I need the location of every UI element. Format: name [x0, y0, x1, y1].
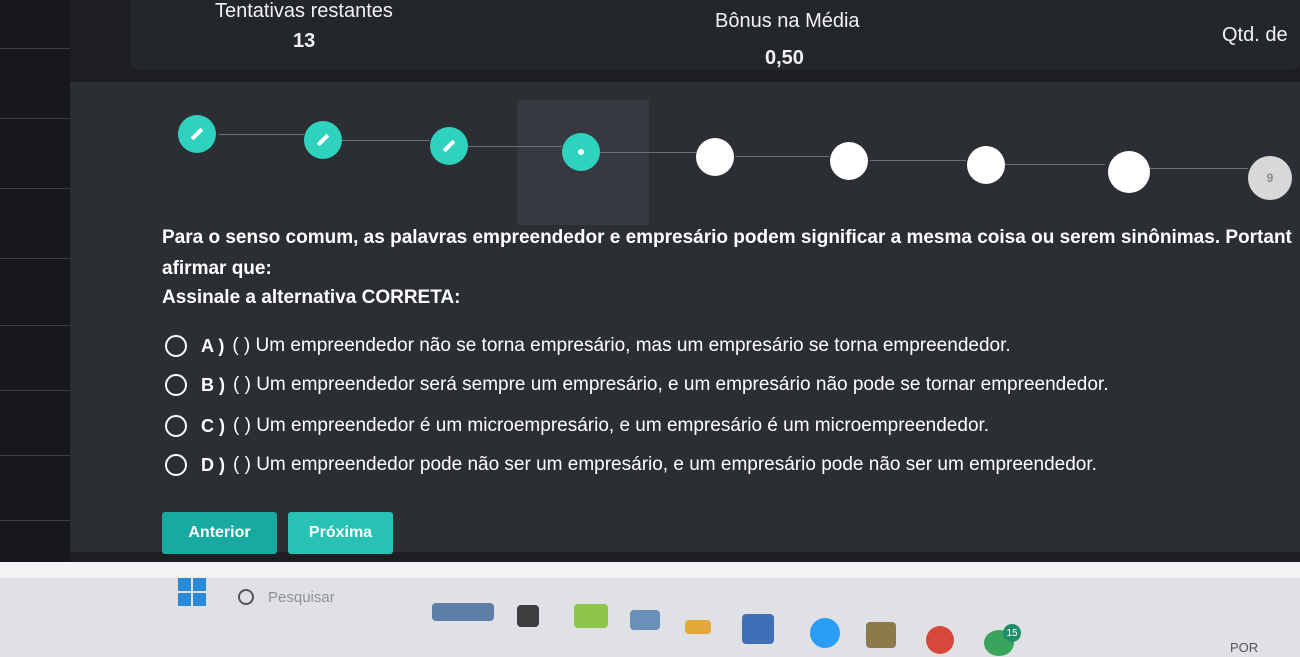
language-indicator[interactable]: POR — [1230, 640, 1258, 655]
option-text: ( ) Um empreendedor pode não ser um empr… — [233, 454, 1097, 475]
step-connector — [870, 160, 966, 161]
step-2[interactable] — [304, 121, 342, 159]
file-explorer-icon[interactable] — [685, 620, 711, 634]
option-b[interactable]: B ) ( ) Um empreendedor será sempre um e… — [165, 370, 1108, 400]
taskbar-app-icon[interactable] — [866, 622, 896, 648]
step-9[interactable]: 9 — [1248, 156, 1292, 200]
question-line-1: Para o senso comum, as palavras empreend… — [162, 227, 1292, 248]
step-connector — [468, 146, 562, 147]
taskbar-app-icon[interactable] — [630, 610, 660, 630]
radio-button[interactable] — [165, 374, 187, 396]
pencil-icon — [316, 133, 330, 147]
qty-label: Qtd. de — [1222, 24, 1288, 46]
step-connector — [1148, 168, 1248, 169]
step-8[interactable] — [1108, 151, 1150, 193]
radio-button[interactable] — [165, 415, 187, 437]
edge-browser-icon[interactable] — [810, 618, 840, 648]
question-instruction: Assinale a alternativa CORRETA: — [162, 287, 461, 308]
radio-button[interactable] — [165, 335, 187, 357]
step-connector — [342, 140, 430, 141]
search-icon — [238, 589, 254, 605]
pencil-icon — [190, 127, 204, 141]
dot-icon — [578, 149, 584, 155]
step-4-current[interactable] — [562, 133, 600, 171]
step-connector — [1005, 164, 1105, 165]
option-letter: D ) — [201, 454, 225, 475]
option-text: ( ) Um empreendedor será sempre um empre… — [233, 374, 1109, 395]
question-line-2: afirmar que: — [162, 258, 272, 279]
option-c[interactable]: C ) ( ) Um empreendedor é um microempres… — [165, 411, 989, 441]
next-button[interactable]: Próxima — [288, 512, 393, 554]
radio-button[interactable] — [165, 454, 187, 476]
step-6[interactable] — [830, 142, 868, 180]
step-3[interactable] — [430, 127, 468, 165]
taskbar-search[interactable]: Pesquisar — [226, 582, 426, 612]
step-1[interactable] — [178, 115, 216, 153]
step-5[interactable] — [696, 138, 734, 176]
option-a[interactable]: A ) ( ) Um empreendedor não se torna emp… — [165, 331, 1011, 361]
search-placeholder: Pesquisar — [268, 588, 335, 606]
attempts-value: 13 — [293, 30, 316, 52]
bonus-label: Bônus na Média — [715, 10, 860, 32]
step-7[interactable] — [967, 146, 1005, 184]
screen-bezel — [0, 0, 70, 657]
office-app-icon[interactable] — [926, 626, 954, 654]
step-connector — [735, 156, 829, 157]
taskbar-edge — [0, 562, 1300, 578]
taskbar-app-icon[interactable] — [574, 604, 608, 628]
option-d[interactable]: D ) ( ) Um empreendedor pode não ser um … — [165, 450, 1097, 480]
taskbar-app-widget[interactable] — [432, 603, 494, 621]
option-letter: B ) — [201, 374, 225, 395]
option-letter: C ) — [201, 415, 225, 436]
task-view-icon[interactable] — [517, 605, 539, 627]
step-connector — [600, 152, 696, 153]
question-text: Para o senso comum, as palavras empreend… — [162, 222, 1292, 284]
step-connector — [218, 134, 304, 135]
bonus-value: 0,50 — [765, 47, 804, 69]
previous-button[interactable]: Anterior — [162, 512, 277, 554]
windows-start-icon[interactable] — [178, 578, 206, 606]
option-letter: A ) — [201, 335, 225, 356]
attempts-label: Tentativas restantes — [215, 0, 393, 22]
option-text: ( ) Um empreendedor não se torna empresá… — [232, 335, 1011, 356]
option-text: ( ) Um empreendedor é um microempresário… — [233, 415, 990, 436]
pencil-icon — [442, 139, 456, 153]
store-icon[interactable] — [742, 614, 774, 644]
notification-badge: 15 — [1003, 624, 1021, 642]
